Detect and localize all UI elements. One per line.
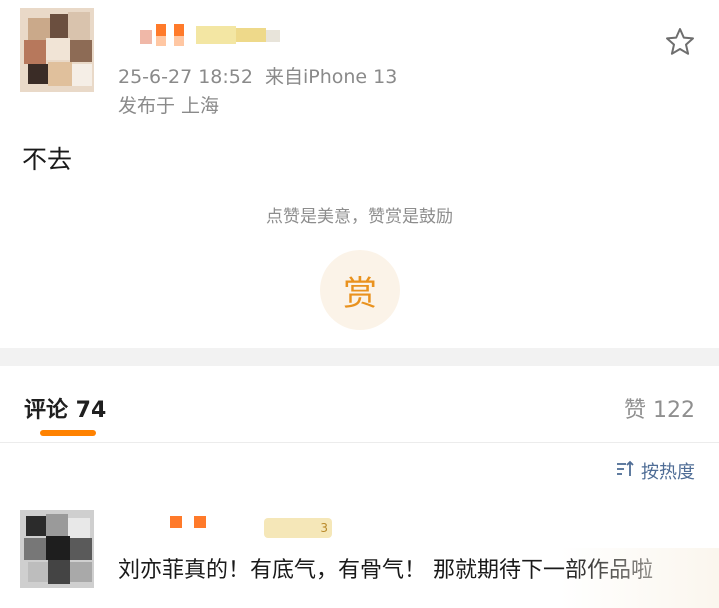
post-meta: 25-6-27 18:52 来自iPhone 13 — [118, 62, 397, 89]
tab-comments[interactable]: 评论 74 — [24, 392, 106, 424]
sort-label: 按热度 — [641, 462, 695, 483]
tab-likes[interactable]: 赞 122 — [624, 392, 695, 424]
tab-active-indicator — [40, 430, 96, 436]
comment-avatar[interactable] — [20, 510, 94, 588]
reward-tip: 点赞是美意，赞赏是鼓励 — [266, 207, 453, 227]
comment-tabs: 评论 74 赞 122 — [0, 366, 719, 443]
fan-level-text: 3 — [320, 521, 328, 535]
avatar[interactable] — [20, 8, 94, 92]
post-content: 不去 — [22, 145, 73, 174]
reward-label: 赏 — [343, 273, 377, 314]
section-divider — [0, 348, 719, 366]
post-card: 25-6-27 18:52 来自iPhone 13 发布于 上海 不去 点赞是美意… — [0, 0, 719, 348]
post-source: 来自iPhone 13 — [264, 66, 398, 88]
reward-button[interactable]: 赏 — [320, 250, 400, 330]
comment-fade-overlay — [560, 548, 719, 608]
fan-level-badge: 3 — [264, 518, 332, 538]
sort-lines-icon — [615, 459, 635, 484]
post-datetime: 25-6-27 18:52 — [118, 66, 253, 88]
sort-button[interactable]: 按热度 — [615, 458, 695, 484]
post-location: 发布于 上海 — [118, 95, 220, 117]
star-outline-icon[interactable] — [664, 26, 696, 58]
